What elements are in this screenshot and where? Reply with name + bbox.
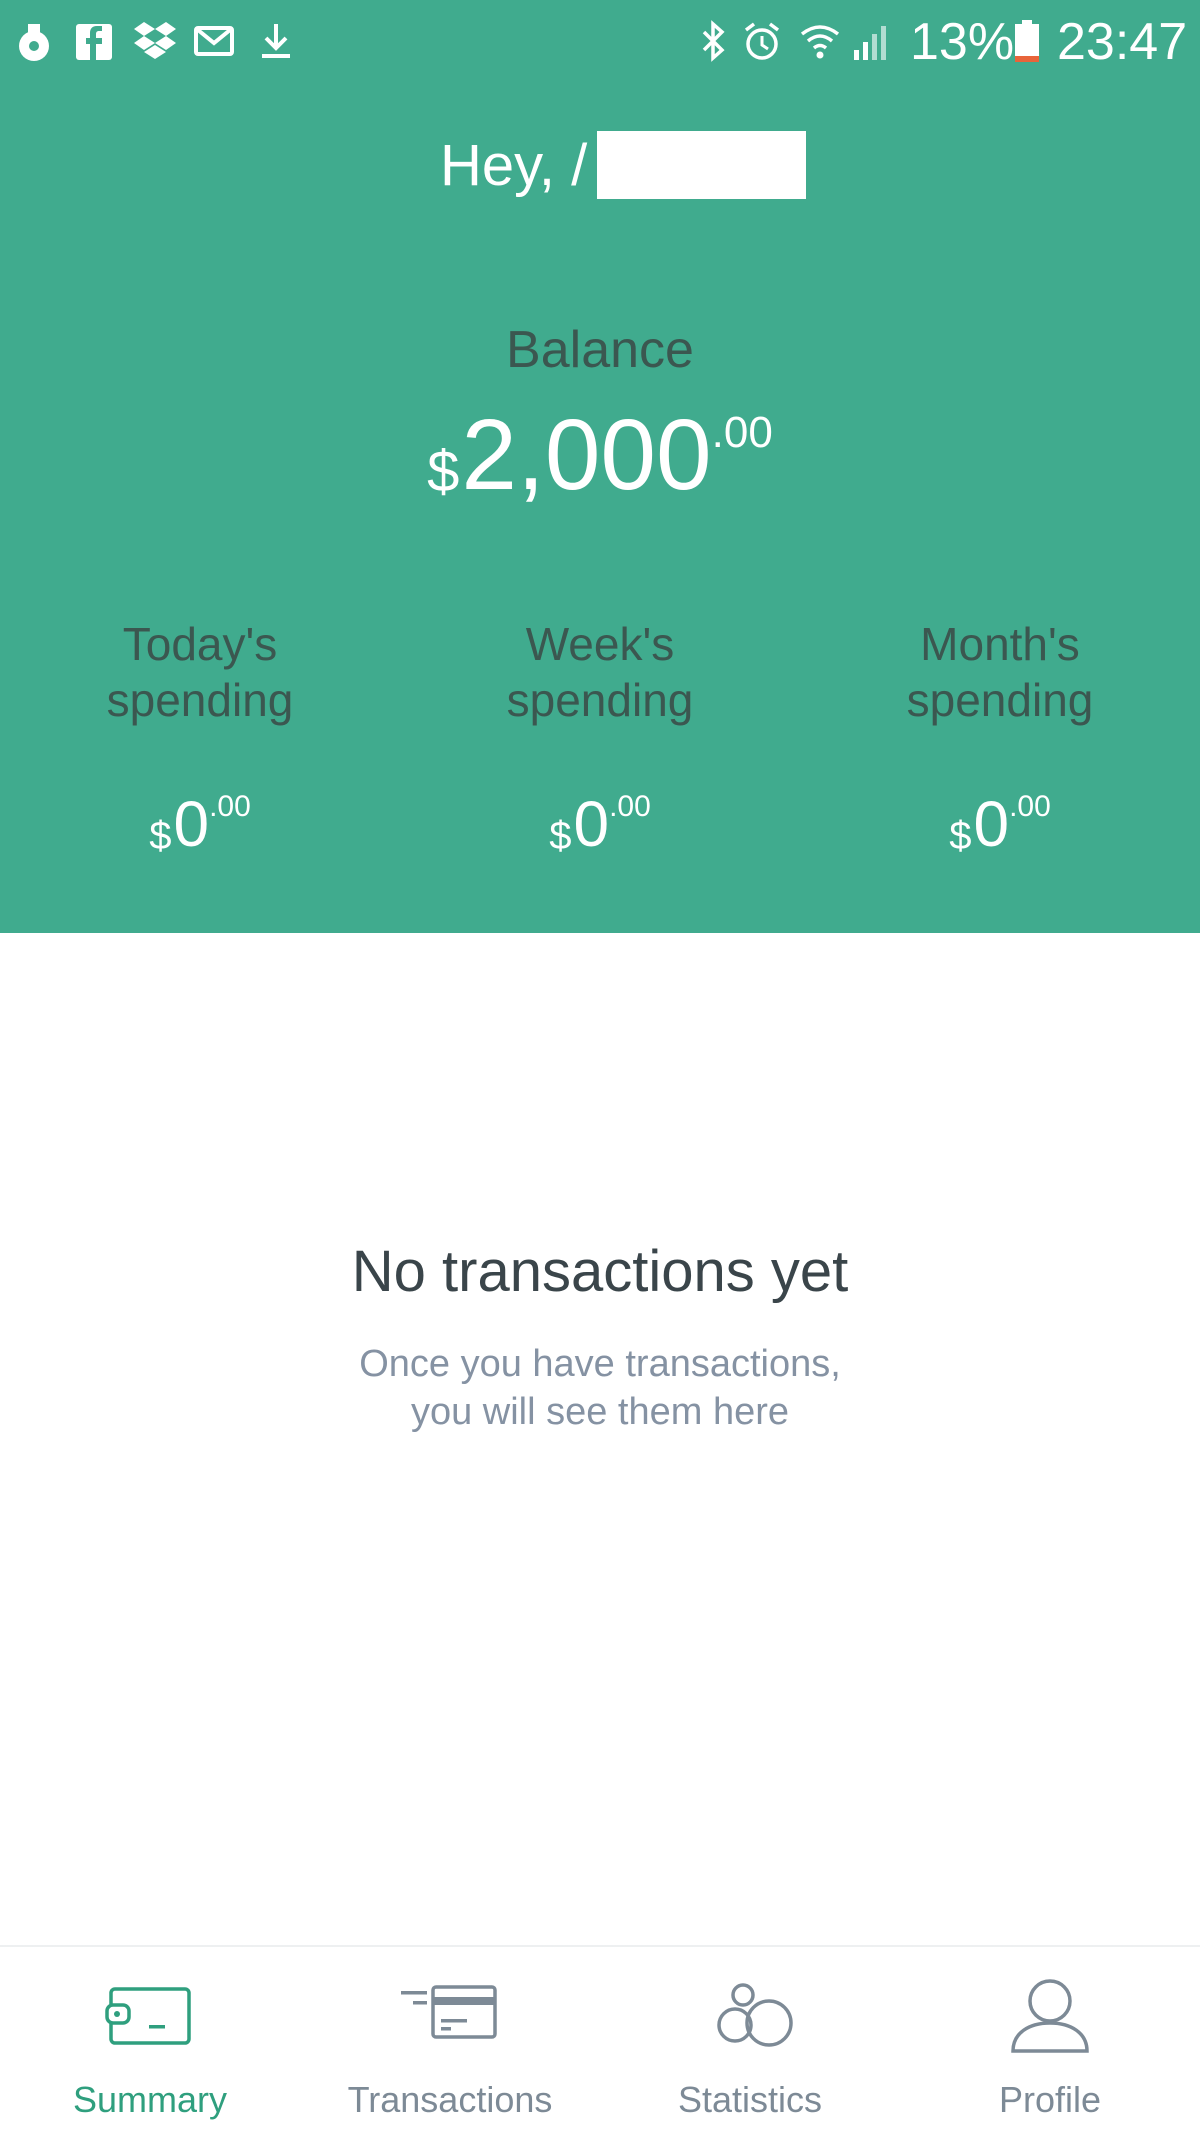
greeting: Hey, / <box>440 130 807 200</box>
balance-currency: $ <box>427 439 460 504</box>
empty-state-subtitle-line2: you will see them here <box>410 1391 790 1433</box>
spending-label-line2: spending <box>106 674 294 726</box>
notification-icon <box>14 18 54 64</box>
battery-icon <box>1012 18 1042 64</box>
balance-cents: .00 <box>711 408 773 457</box>
greeting-text: Hey, / <box>440 132 588 198</box>
balance-label: Balance <box>506 321 694 379</box>
spending-whole: 0 <box>973 788 1010 860</box>
nav-label-summary: Summary <box>72 2079 228 2120</box>
status-bar: 13% 23:47 <box>0 0 1200 84</box>
summary-header: 13% 23:47 Hey, / Balance $ 2,000 .00 Tod… <box>0 0 1200 933</box>
spending-label-line2: spending <box>906 674 1094 726</box>
signal-icon <box>850 18 890 64</box>
spending-currency: $ <box>549 814 572 858</box>
bluetooth-icon <box>698 18 730 64</box>
bubbles-icon <box>695 1975 805 2055</box>
spending-currency: $ <box>149 814 172 858</box>
todays-spending: Today's spending $ 0 .00 <box>0 616 400 864</box>
mail-icon <box>194 18 234 64</box>
person-icon <box>995 1975 1105 2055</box>
spending-label-line1: Month's <box>920 618 1080 670</box>
spending-label-line2: spending <box>506 674 694 726</box>
spending-whole: 0 <box>573 788 610 860</box>
nav-profile[interactable]: Profile <box>900 1947 1200 2133</box>
spending-cents: .00 <box>209 790 251 823</box>
spending-label-line1: Week's <box>525 618 675 670</box>
months-spending: Month's spending $ 0 .00 <box>800 616 1200 864</box>
spending-currency: $ <box>949 814 972 858</box>
empty-state-title: No transactions yet <box>351 1239 849 1304</box>
wifi-icon <box>800 18 840 64</box>
weeks-spending: Week's spending $ 0 .00 <box>400 616 800 864</box>
dropbox-icon <box>132 18 178 64</box>
card-icon <box>395 1975 505 2055</box>
spending-cents: .00 <box>1009 790 1051 823</box>
empty-state-subtitle: Once you have transactions, you will see… <box>320 1340 880 1436</box>
spending-label-line1: Today's <box>122 618 278 670</box>
clock: 23:47 <box>1057 13 1188 71</box>
nav-label-statistics: Statistics <box>677 2079 823 2120</box>
wallet-icon <box>95 1975 205 2055</box>
alarm-icon <box>742 18 782 64</box>
nav-label-profile: Profile <box>998 2079 1102 2120</box>
spending-whole: 0 <box>173 788 210 860</box>
nav-summary[interactable]: Summary <box>0 1947 300 2133</box>
balance-amount: $ 2,000 .00 <box>0 400 1200 510</box>
spending-cents: .00 <box>609 790 651 823</box>
balance-whole: 2,000 <box>461 399 712 511</box>
nav-label-transactions: Transactions <box>347 2079 553 2120</box>
download-icon <box>256 18 296 64</box>
facebook-icon <box>74 18 114 64</box>
redacted-name <box>597 131 807 199</box>
empty-state-subtitle-line1: Once you have transactions, <box>359 1343 841 1385</box>
bottom-nav: Summary Transactions Statistics Profile <box>0 1945 1200 2133</box>
nav-statistics[interactable]: Statistics <box>600 1947 900 2133</box>
nav-transactions[interactable]: Transactions <box>300 1947 600 2133</box>
battery-percent: 13% <box>910 13 1015 71</box>
